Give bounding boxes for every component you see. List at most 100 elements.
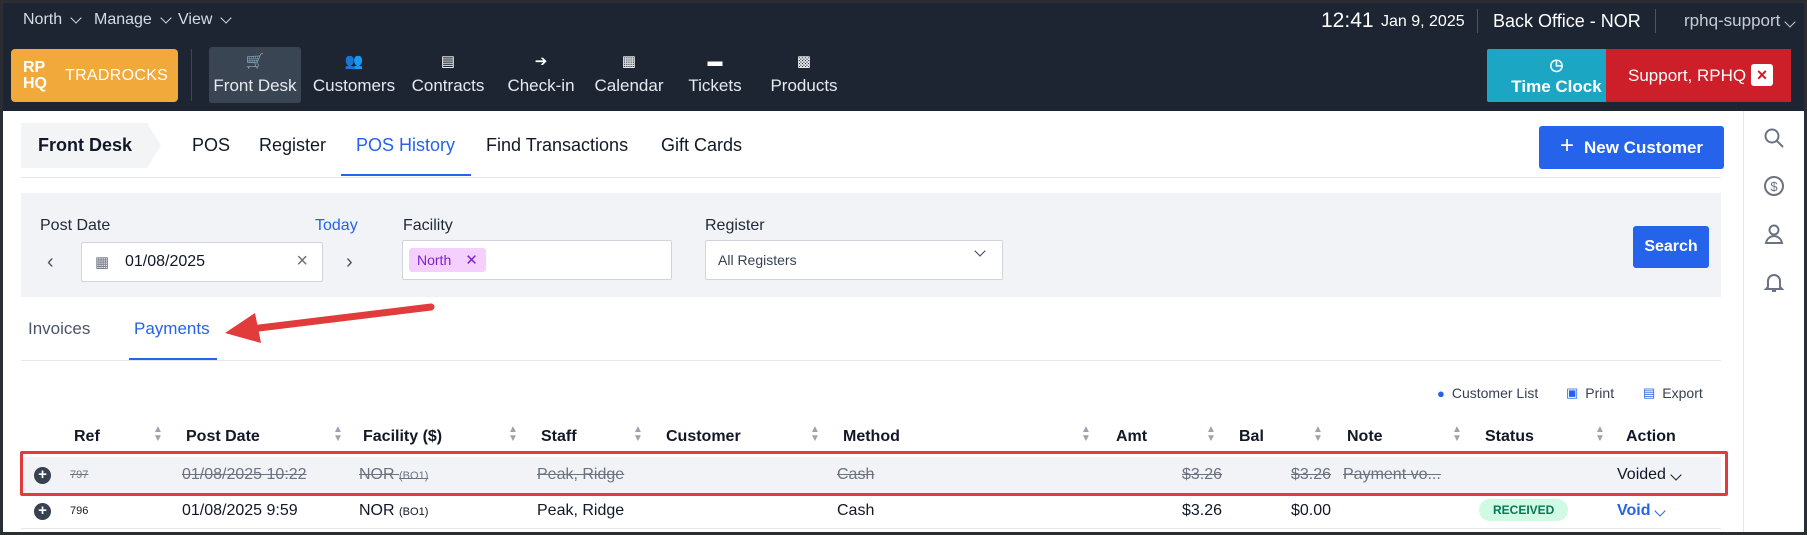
expand-icon[interactable]: +: [34, 467, 51, 484]
customer-list-label: Customer List: [1451, 385, 1539, 401]
search-button[interactable]: Search: [1633, 226, 1709, 268]
clock-icon: ◷: [1549, 56, 1564, 74]
time-clock-label: Time Clock: [1511, 76, 1602, 96]
column-header-facility[interactable]: Facility ($): [363, 428, 442, 446]
nav-contracts[interactable]: ▤ Contracts: [411, 47, 485, 103]
sort-icon[interactable]: ▲ ▼: [810, 425, 820, 447]
tab-find-transactions[interactable]: Find Transactions: [486, 135, 628, 156]
column-header-post-date[interactable]: Post Date: [186, 428, 260, 446]
menu-view[interactable]: View: [178, 11, 233, 29]
cell-note: Payment vo...: [1343, 466, 1441, 483]
active-tab-indicator: [129, 358, 217, 360]
tab-register[interactable]: Register: [259, 135, 326, 156]
register-select[interactable]: All Registers: [705, 240, 1003, 280]
facility-chip-label: North: [417, 252, 452, 268]
plus-icon: +: [1559, 132, 1574, 159]
today-link[interactable]: Today: [315, 217, 358, 235]
cell-method: Cash: [837, 502, 875, 519]
next-date-button[interactable]: ›: [346, 251, 353, 274]
sort-icon[interactable]: ▲ ▼: [508, 425, 518, 447]
user-menu[interactable]: rphq-support: [1684, 11, 1797, 31]
sort-icon[interactable]: ▲ ▼: [1313, 425, 1323, 447]
sort-icon[interactable]: ▲ ▼: [153, 425, 163, 447]
column-header-amt[interactable]: Amt: [1116, 428, 1147, 446]
sort-icon[interactable]: ▲ ▼: [1595, 425, 1605, 447]
sort-icon[interactable]: ▲ ▼: [633, 425, 643, 447]
print-button[interactable]: ▣ Print: [1566, 385, 1614, 401]
action-label: Voided: [1617, 466, 1666, 483]
column-header-action: Action: [1626, 428, 1676, 445]
facility-name: NOR: [359, 466, 395, 483]
svg-text:$: $: [1770, 179, 1778, 194]
clear-icon[interactable]: ×: [296, 250, 308, 273]
printer-icon: ▣: [1566, 385, 1579, 400]
filter-panel: Post Date Today ‹ ▦ 01/08/2025 × › Facil…: [21, 193, 1721, 297]
void-button[interactable]: Void: [1617, 502, 1667, 520]
action-dropdown[interactable]: Voided: [1617, 466, 1682, 484]
close-icon[interactable]: ×: [1751, 64, 1773, 86]
prev-date-button[interactable]: ‹: [47, 251, 54, 274]
remove-chip-icon[interactable]: ✕: [465, 251, 478, 269]
sort-icon[interactable]: ▲ ▼: [1452, 425, 1462, 447]
sort-icon[interactable]: ▲ ▼: [1081, 425, 1091, 447]
post-date-input[interactable]: ▦ 01/08/2025 ×: [81, 242, 323, 282]
divider: [191, 49, 192, 101]
search-icon[interactable]: [1762, 127, 1786, 151]
void-label: Void: [1617, 502, 1651, 519]
table-row[interactable]: + 797 01/08/2025 10:22 NOR (BO1) Peak, R…: [21, 457, 1721, 493]
menu-view-label: View: [178, 11, 213, 28]
calendar-icon: ▦: [621, 53, 637, 70]
table-row[interactable]: + 796 01/08/2025 9:59 NOR (BO1) Peak, Ri…: [21, 493, 1721, 529]
sort-icon[interactable]: ▲ ▼: [333, 425, 343, 447]
tab-pos[interactable]: POS: [192, 135, 230, 156]
menu-north[interactable]: North: [23, 11, 82, 29]
nav-tickets[interactable]: ▬ Tickets: [685, 47, 745, 103]
column-header-status[interactable]: Status: [1485, 428, 1534, 446]
calendar-icon: ▦: [95, 254, 110, 271]
brand-button[interactable]: RP HQ TRADROCKS: [11, 49, 178, 102]
cell-amt: $3.26: [1182, 466, 1223, 483]
active-tab-indicator: [341, 174, 471, 176]
app-window: North Manage View 12:41 Jan 9, 2025 Back…: [3, 3, 1804, 532]
dollar-icon[interactable]: $: [1762, 175, 1786, 199]
chevron-down-icon: [220, 11, 233, 24]
tab-pos-history[interactable]: POS History: [356, 135, 455, 156]
tab-gift-cards[interactable]: Gift Cards: [661, 135, 742, 156]
top-bar: North Manage View 12:41 Jan 9, 2025 Back…: [3, 3, 1804, 39]
brand-name: TRADROCKS: [65, 66, 169, 84]
chevron-down-icon: [160, 11, 172, 24]
column-header-customer[interactable]: Customer: [666, 428, 741, 446]
customer-list-button[interactable]: ● Customer List: [1437, 385, 1538, 401]
chevron-down-icon: [1784, 16, 1797, 28]
expand-icon[interactable]: +: [34, 503, 51, 520]
cell-bal: $3.26: [1291, 466, 1332, 483]
new-customer-button[interactable]: + New Customer: [1539, 126, 1724, 169]
user-icon[interactable]: [1762, 223, 1786, 247]
chevron-down-icon: [1654, 505, 1667, 517]
nav-calendar[interactable]: ▦ Calendar: [593, 47, 665, 103]
column-header-ref[interactable]: Ref: [74, 428, 100, 446]
column-header-bal[interactable]: Bal: [1239, 428, 1264, 446]
column-header-staff[interactable]: Staff: [541, 428, 577, 446]
cell-ref: 796: [70, 505, 89, 517]
nav-label: Products: [770, 76, 838, 95]
office-selector[interactable]: Back Office - NOR: [1493, 11, 1641, 32]
column-header-note[interactable]: Note: [1347, 428, 1383, 446]
export-label: Export: [1662, 385, 1703, 401]
tab-invoices[interactable]: Invoices: [28, 319, 90, 339]
tab-payments[interactable]: Payments: [134, 319, 210, 339]
menu-manage[interactable]: Manage: [94, 11, 172, 29]
facility-select[interactable]: North ✕: [402, 240, 672, 280]
post-date-label: Post Date: [40, 217, 111, 234]
clock-time: 12:41: [1321, 9, 1374, 32]
users-icon: 👥: [344, 53, 364, 70]
column-header-method[interactable]: Method: [843, 428, 900, 446]
nav-front-desk[interactable]: 🛒 Front Desk: [209, 47, 301, 103]
sort-icon[interactable]: ▲ ▼: [1206, 425, 1216, 447]
nav-products[interactable]: ▩ Products: [768, 47, 840, 103]
nav-customers[interactable]: 👥 Customers: [313, 47, 395, 103]
nav-check-in[interactable]: ➔ Check-in: [505, 47, 577, 103]
cell-amt: $3.26: [1182, 502, 1223, 519]
export-button[interactable]: ▤ Export: [1643, 385, 1703, 401]
bell-icon[interactable]: [1762, 271, 1786, 295]
